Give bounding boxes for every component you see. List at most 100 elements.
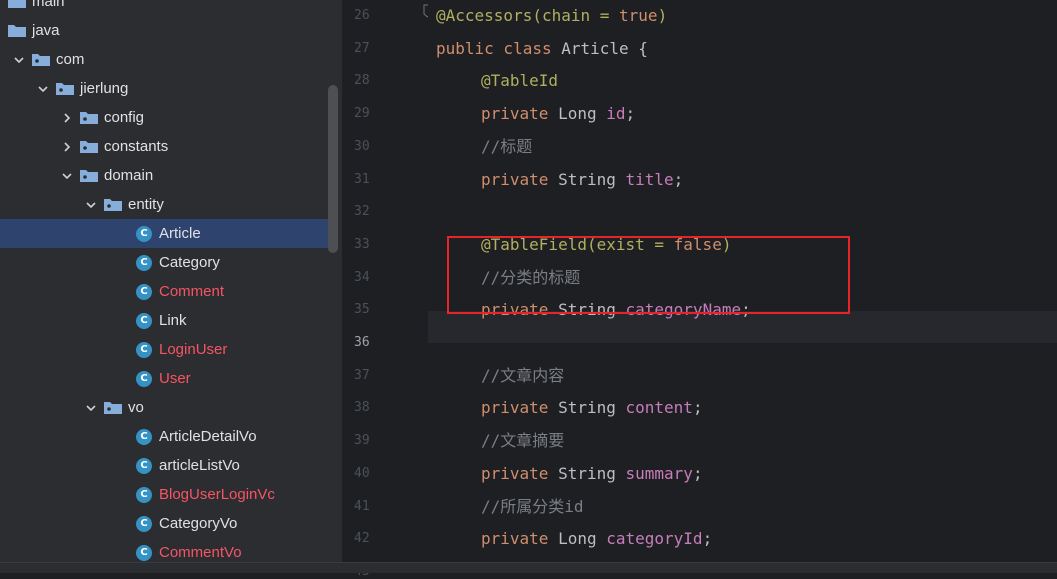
tree-item-label: config [104,110,144,125]
code-line: private Long id; [481,106,635,122]
code-token: Article { [561,39,648,58]
class-icon: C [136,545,152,561]
code-token: private [481,464,558,483]
code-token: Long [558,529,606,548]
tree-file-commentvo[interactable]: CCommentVo [0,538,328,562]
code-line: private String content; [481,400,703,416]
code-token: ; [626,104,636,123]
tree-folder-config[interactable]: config [0,103,328,132]
tree-folder-com[interactable]: com [0,45,328,74]
code-line: @TableId [481,73,558,89]
code-token: ; [674,170,684,189]
tree-folder-java[interactable]: java [0,16,328,45]
line-number: 32 [354,205,384,218]
code-token: private [481,170,558,189]
code-token: private [481,398,558,417]
code-token: content [626,398,693,417]
code-token: private [481,104,558,123]
class-icon: C [136,371,152,387]
tree-folder-domain[interactable]: domain [0,161,328,190]
line-number: 33 [354,238,384,251]
tree-file-user[interactable]: CUser [0,364,328,393]
chevron-right-icon[interactable] [60,111,74,125]
code-token: ; [693,398,703,417]
line-number: 34 [354,271,384,284]
line-number: 27 [354,42,384,55]
tree-item-label: java [32,23,60,38]
code-line: //标题 [481,139,532,155]
chevron-down-icon[interactable] [36,82,50,96]
line-number: 40 [354,467,384,480]
code-token: id [606,104,625,123]
tree-item-label: Comment [159,284,224,299]
line-number: 28 [354,74,384,87]
chevron-right-icon[interactable] [60,140,74,154]
line-number-gutter: 262728293031323334353637383940414243 [342,0,428,562]
tree-file-comment[interactable]: C Comment [0,277,328,306]
chevron-down-icon[interactable] [84,198,98,212]
code-token: summary [626,464,693,483]
code-token: @Accessors(chain = [436,6,619,25]
chevron-down-icon[interactable] [84,401,98,415]
code-line: private String summary; [481,466,703,482]
code-token: categoryId [606,529,702,548]
tree-folder-jierlung[interactable]: jierlung [0,74,328,103]
code-token: public class [436,39,561,58]
chevron-down-icon[interactable] [12,53,26,67]
tree-file-articledetailvo[interactable]: CArticleDetailVo [0,422,328,451]
code-token: true [619,6,658,25]
code-token: String [558,398,625,417]
line-number: 31 [354,173,384,186]
class-icon: C [136,284,152,300]
code-line: private Long categoryId; [481,531,712,547]
folder-icon [104,198,122,211]
tree-item-label: entity [128,197,164,212]
folder-icon [80,111,98,124]
tree-scrollbar[interactable] [328,85,338,253]
code-line: //文章内容 [481,368,564,384]
code-token: Long [558,104,606,123]
code-token: ; [693,464,703,483]
line-number: 30 [354,140,384,153]
tree-folder-main[interactable]: main [0,0,328,16]
code-line: //文章摘要 [481,433,564,449]
code-line: @Accessors(chain = true) [436,8,667,24]
line-number: 37 [354,369,384,382]
code-token: title [626,170,674,189]
class-icon: C [136,516,152,532]
tree-folder-entity[interactable]: entity [0,190,328,219]
tree-file-category[interactable]: C Category [0,248,328,277]
tree-item-label: domain [104,168,153,183]
red-annotation-box [447,236,850,314]
line-number: 26 [354,9,384,22]
code-token: //文章摘要 [481,431,564,450]
tree-file-categoryvo[interactable]: CCategoryVo [0,509,328,538]
chevron-down-icon[interactable] [60,169,74,183]
tree-item-label: main [32,0,65,9]
class-icon: C [136,487,152,503]
tree-file-article[interactable]: CArticle [0,219,328,248]
folder-icon [80,140,98,153]
code-token: String [558,464,625,483]
tree-item-label: Link [159,313,187,328]
line-number: 39 [354,434,384,447]
tree-item-label: Article [159,226,201,241]
tree-file-link[interactable]: CLink [0,306,328,335]
project-tree: main java comjierlung config constants domain… [0,0,342,562]
tree-file-articlelistvo[interactable]: CarticleListVo [0,451,328,480]
tree-file-bloguserloginvc[interactable]: CBlogUserLoginVc [0,480,328,509]
tree-folder-vo[interactable]: vo [0,393,328,422]
folder-icon [56,82,74,95]
tree-item-label: constants [104,139,168,154]
tree-item-label: Category [159,255,220,270]
class-icon: C [136,255,152,271]
tree-folder-constants[interactable]: constants [0,132,328,161]
class-icon: C [136,429,152,445]
code-token: @TableId [481,71,558,90]
chevron-down-icon[interactable] [0,24,2,38]
tree-file-loginuser[interactable]: CLoginUser [0,335,328,364]
chevron-down-icon[interactable] [0,0,2,9]
line-number: 42 [354,532,384,545]
tree-item-label: articleListVo [159,458,240,473]
code-token: String [558,170,625,189]
